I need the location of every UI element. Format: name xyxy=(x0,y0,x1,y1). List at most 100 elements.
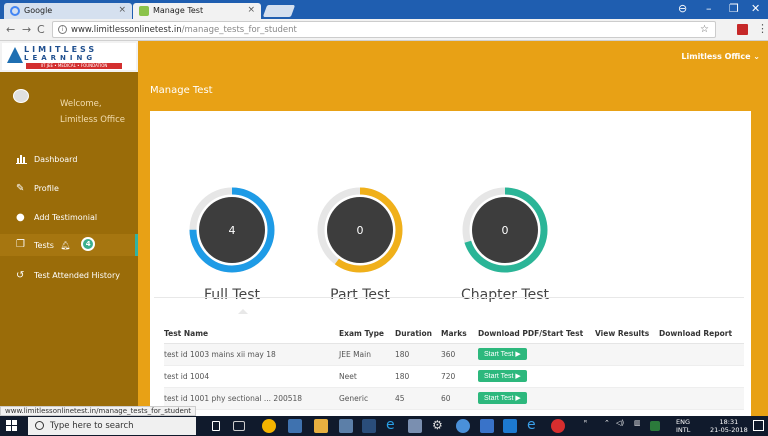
cell-marks: 360 xyxy=(441,343,478,366)
tests-count-badge: 4 xyxy=(81,237,96,251)
comment-icon: ● xyxy=(16,212,25,223)
chrome-icon[interactable] xyxy=(262,419,276,433)
extension-icon[interactable] xyxy=(737,24,748,35)
settings-gear-icon[interactable]: ⚙ xyxy=(432,418,446,432)
cell-duration: 180 xyxy=(395,365,441,388)
sidebar: Welcome, Limitless Office Dashboard ✎ Pr… xyxy=(0,72,138,416)
tab-manage-test[interactable]: Manage Test × xyxy=(133,3,261,19)
sidebar-item-tests[interactable]: ❐ Tests 🔔︎ 4 xyxy=(0,234,138,256)
url-host: www.limitlessonlinetest.in xyxy=(71,25,182,35)
ie-icon[interactable]: e xyxy=(527,417,541,433)
minimize-icon[interactable]: – xyxy=(706,2,712,15)
sidebar-item-label: Tests xyxy=(34,241,54,250)
windows-start-icon[interactable] xyxy=(6,420,18,432)
forward-icon[interactable]: → xyxy=(22,23,31,36)
avatar xyxy=(13,89,29,103)
store-icon[interactable] xyxy=(339,419,353,433)
google-favicon-icon xyxy=(10,6,20,16)
back-icon[interactable]: ← xyxy=(6,23,15,36)
col-view-results: View Results xyxy=(595,325,659,344)
language-indicator[interactable]: ENG INTL xyxy=(676,418,690,434)
url-path: /manage_tests_for_student xyxy=(181,25,297,35)
sidebar-item-profile[interactable]: ✎ Profile xyxy=(0,178,138,200)
app-icon[interactable] xyxy=(503,419,517,433)
sidebar-item-label: Profile xyxy=(34,184,59,193)
app-icon[interactable] xyxy=(408,419,422,433)
profile-icon[interactable]: ⊖ xyxy=(678,2,687,15)
part-test-label: Part Test xyxy=(330,287,390,303)
history-icon: ↺ xyxy=(16,270,25,281)
reload-icon[interactable]: C xyxy=(37,23,45,36)
new-tab-button[interactable] xyxy=(262,5,296,17)
close-window-icon[interactable]: ✕ xyxy=(751,2,760,15)
part-test-ring: 0 xyxy=(317,187,403,273)
cell-duration: 45 xyxy=(395,387,441,410)
copy-icon: ❐ xyxy=(16,239,25,250)
network-icon[interactable]: ▥ xyxy=(634,419,641,427)
mic-icon[interactable] xyxy=(212,421,220,431)
logo-title: LIMITLESS xyxy=(24,45,98,54)
sidebar-item-test-history[interactable]: ↺ Test Attended History xyxy=(0,265,138,287)
status-url: www.limitlessonlinetest.in/manage_tests_… xyxy=(0,406,197,416)
cell-view-results xyxy=(595,387,659,410)
tab-google-close-icon[interactable]: × xyxy=(118,5,126,15)
browser-tabstrip: Google × Manage Test × ⊖ – ❐ ✕ xyxy=(0,0,768,19)
table-row: test id 1004 Neet 180 720 Start Test ▶ xyxy=(164,365,744,388)
clock-date: 21-05-2018 xyxy=(710,426,748,434)
start-test-button[interactable]: Start Test ▶ xyxy=(478,392,527,404)
people-icon[interactable]: ᴿ xyxy=(584,419,587,427)
content-panel: 4 Full Test 0 Part Test 0 Chapter Test T… xyxy=(150,111,751,416)
main-content: Manage Test 4 Full Test 0 Part Test 0 Ch… xyxy=(138,72,768,416)
table-row: test id 1003 mains xii may 18 JEE Main 1… xyxy=(164,343,744,366)
logo-mark-icon xyxy=(7,47,23,63)
bookmark-star-icon[interactable]: ☆ xyxy=(700,24,709,35)
calculator-icon[interactable] xyxy=(362,419,376,433)
cell-view-results xyxy=(595,343,659,366)
opera-icon[interactable] xyxy=(551,419,565,433)
file-explorer-icon[interactable] xyxy=(314,419,328,433)
sidebar-item-label: Dashboard xyxy=(34,155,78,164)
taskbar-search-input[interactable]: Type here to search xyxy=(28,417,196,435)
col-marks: Marks xyxy=(441,325,478,344)
sidebar-item-dashboard[interactable]: Dashboard xyxy=(0,149,138,171)
col-download-start: Download PDF/Start Test xyxy=(478,325,595,344)
clock[interactable]: 18:31 21-05-2018 xyxy=(710,418,748,434)
info-icon[interactable]: i xyxy=(58,25,67,34)
task-view-icon[interactable] xyxy=(233,421,245,431)
cell-action: Start Test ▶ xyxy=(478,387,595,410)
cell-view-results xyxy=(595,365,659,388)
tab-manage-test-close-icon[interactable]: × xyxy=(247,5,255,15)
col-download-report: Download Report xyxy=(659,325,744,344)
chapter-test-ring: 0 xyxy=(462,187,548,273)
url-input[interactable]: i www.limitlessonlinetest.in/manage_test… xyxy=(52,21,716,38)
cell-action: Start Test ▶ xyxy=(478,343,595,366)
app-header: LIMITLESS LEARNING IIT JEE • MEDICAL • F… xyxy=(0,41,768,72)
app-icon[interactable] xyxy=(288,419,302,433)
start-test-button[interactable]: Start Test ▶ xyxy=(478,370,527,382)
start-test-button[interactable]: Start Test ▶ xyxy=(478,348,527,360)
app-icon[interactable] xyxy=(480,419,494,433)
maximize-icon[interactable]: ❐ xyxy=(729,2,739,15)
cell-exam-type: Neet xyxy=(339,365,395,388)
browser-menu-icon[interactable]: ⋮ xyxy=(757,22,768,35)
stat-part-test[interactable]: 0 Part Test xyxy=(280,185,440,303)
cell-download-report xyxy=(659,343,744,366)
app-icon[interactable] xyxy=(456,419,470,433)
welcome-text: Welcome, xyxy=(60,99,102,109)
site-logo[interactable]: LIMITLESS LEARNING IIT JEE • MEDICAL • F… xyxy=(0,41,138,72)
tab-google[interactable]: Google × xyxy=(4,3,132,19)
notification-icon[interactable] xyxy=(753,420,764,431)
sidebar-item-add-testimonial[interactable]: ● Add Testimonial xyxy=(0,207,138,229)
bar-chart-icon xyxy=(16,154,27,165)
page-title: Manage Test xyxy=(150,85,213,96)
volume-icon[interactable]: ◁) xyxy=(616,419,624,427)
bell-icon: 🔔︎ xyxy=(60,241,71,250)
app-icon[interactable] xyxy=(650,421,660,431)
logo-tagline: IIT JEE • MEDICAL • FOUNDATION xyxy=(26,63,122,69)
edge-icon[interactable]: e xyxy=(386,417,400,433)
tray-arrow-icon[interactable]: ⌃ xyxy=(604,419,610,427)
user-menu[interactable]: Limitless Office ⌄ xyxy=(681,52,760,61)
col-test-name: Test Name xyxy=(164,325,339,344)
stat-chapter-test[interactable]: 0 Chapter Test xyxy=(425,185,585,303)
sidebar-item-label: Test Attended History xyxy=(34,271,120,280)
